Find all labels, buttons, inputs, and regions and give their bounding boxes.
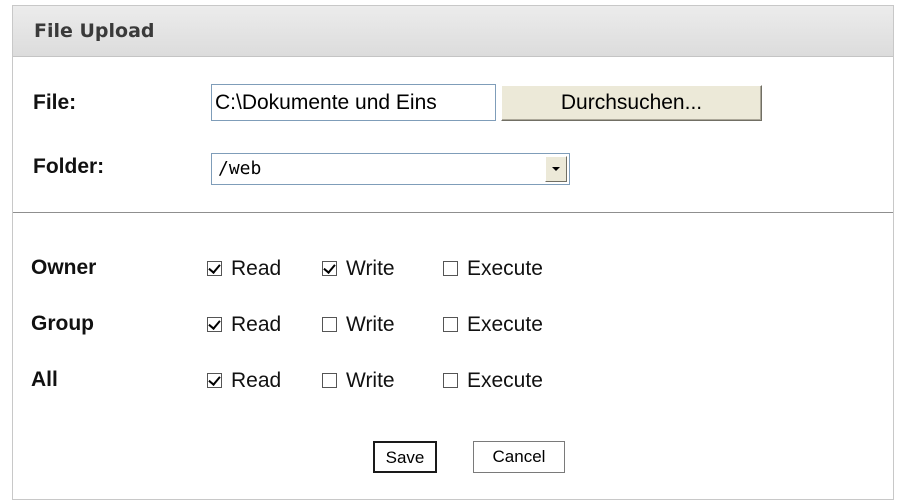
owner-write-checkbox[interactable] bbox=[322, 261, 337, 276]
cancel-button[interactable]: Cancel bbox=[473, 441, 565, 473]
group-label: Group bbox=[31, 312, 94, 335]
browse-button[interactable]: Durchsuchen... bbox=[501, 85, 762, 121]
all-write-checkbox[interactable] bbox=[322, 373, 337, 388]
dropdown-arrow-icon[interactable] bbox=[545, 156, 567, 182]
panel-title: File Upload bbox=[34, 20, 155, 42]
file-label: File: bbox=[33, 91, 77, 114]
all-label: All bbox=[31, 368, 58, 391]
permission-row-owner: Owner Read Write Execute bbox=[13, 256, 893, 286]
group-write-label: Write bbox=[346, 313, 395, 336]
owner-write-label: Write bbox=[346, 257, 395, 280]
folder-label: Folder: bbox=[33, 155, 105, 178]
all-execute-label: Execute bbox=[467, 369, 543, 392]
folder-select-value: /web bbox=[218, 158, 262, 179]
all-execute-checkbox[interactable] bbox=[443, 373, 458, 388]
folder-select[interactable]: /web bbox=[211, 153, 570, 185]
owner-execute-label: Execute bbox=[467, 257, 543, 280]
owner-execute-checkbox[interactable] bbox=[443, 261, 458, 276]
all-read-label: Read bbox=[231, 369, 282, 392]
save-button[interactable]: Save bbox=[373, 441, 437, 473]
file-upload-panel: File Upload File: C:\Dokumente und Eins … bbox=[12, 5, 894, 500]
group-execute-label: Execute bbox=[467, 313, 543, 336]
owner-read-checkbox[interactable] bbox=[207, 261, 222, 276]
file-path-input[interactable]: C:\Dokumente und Eins bbox=[211, 84, 496, 121]
all-read-checkbox[interactable] bbox=[207, 373, 222, 388]
permission-row-group: Group Read Write Execute bbox=[13, 312, 893, 342]
owner-label: Owner bbox=[31, 256, 97, 279]
permission-row-all: All Read Write Execute bbox=[13, 368, 893, 398]
all-write-label: Write bbox=[346, 369, 395, 392]
group-write-checkbox[interactable] bbox=[322, 317, 337, 332]
panel-header: File Upload bbox=[13, 6, 893, 57]
divider bbox=[13, 212, 893, 213]
group-read-checkbox[interactable] bbox=[207, 317, 222, 332]
group-execute-checkbox[interactable] bbox=[443, 317, 458, 332]
owner-read-label: Read bbox=[231, 257, 282, 280]
group-read-label: Read bbox=[231, 313, 282, 336]
